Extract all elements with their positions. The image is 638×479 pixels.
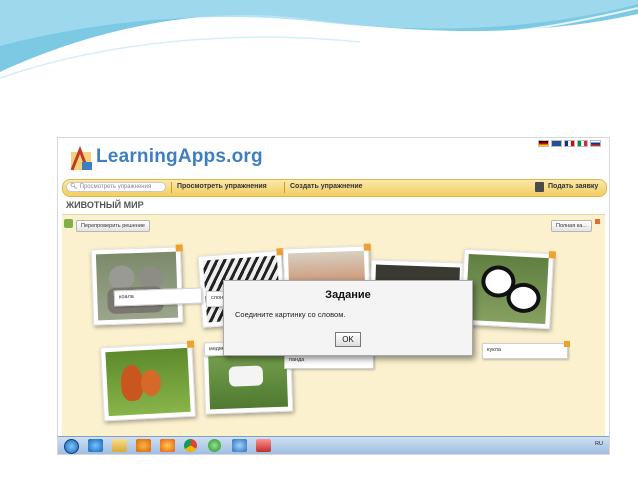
word-card-label: коала <box>118 293 134 301</box>
ok-button[interactable]: OK <box>335 332 361 347</box>
mail-icon[interactable] <box>232 439 247 452</box>
image-card-panda[interactable] <box>460 248 557 330</box>
ie-icon[interactable] <box>88 439 103 452</box>
chat-icon[interactable] <box>208 439 221 452</box>
logo-icon <box>70 145 92 171</box>
goat-image <box>207 346 289 410</box>
panda-image <box>465 253 549 325</box>
search-input[interactable]: 🔍︎ Просмотреть упражнения <box>66 182 166 192</box>
start-button[interactable] <box>64 439 79 454</box>
tray-language[interactable]: RU <box>595 441 603 447</box>
flag-it-icon[interactable] <box>577 140 588 147</box>
folder-icon[interactable] <box>112 439 127 452</box>
word-card-label: кукла <box>487 347 501 353</box>
nav-report[interactable]: Подать заявку <box>548 183 598 190</box>
pin-icon <box>175 244 183 252</box>
main-navbar: 🔍︎ Просмотреть упражнения Просмотреть уп… <box>62 179 607 197</box>
squirrel-image <box>105 347 191 417</box>
pin-icon <box>548 251 557 259</box>
nav-divider <box>284 182 285 193</box>
report-icon <box>535 182 544 192</box>
pin-icon <box>186 340 195 348</box>
flag-de-icon[interactable] <box>538 140 549 147</box>
dialog-text: Соедините картинку со словом. <box>235 310 346 319</box>
media-player-icon[interactable] <box>136 439 151 452</box>
nav-browse-exercises[interactable]: Просмотреть упражнения <box>177 183 267 190</box>
flag-ru-icon[interactable] <box>590 140 601 147</box>
pin-icon <box>363 243 371 251</box>
flag-fr-icon[interactable] <box>564 140 575 147</box>
close-icon[interactable] <box>595 219 600 224</box>
flag-gb-icon[interactable] <box>551 140 562 147</box>
firefox-icon[interactable] <box>160 439 175 452</box>
nav-divider <box>171 182 172 193</box>
language-flags <box>538 140 601 147</box>
recheck-button[interactable]: Перепроверить решение <box>76 220 150 232</box>
word-card-label: панда <box>289 357 305 363</box>
image-card-squirrel[interactable] <box>100 340 196 422</box>
app-icon <box>64 219 73 228</box>
search-placeholder: Просмотреть упражнения <box>79 184 152 190</box>
chrome-icon[interactable] <box>184 439 197 452</box>
pin-icon <box>564 341 570 347</box>
page-title: ЖИВОТНЫЙ МИР <box>66 200 144 210</box>
header-wave-decoration <box>0 0 638 79</box>
dialog-title: Задание <box>325 289 371 301</box>
browser-screenshot: LearningApps.org 🔍︎ Просмотреть упражнен… <box>57 137 610 455</box>
nav-create-exercise[interactable]: Создать упражнение <box>290 183 363 190</box>
word-card[interactable]: коала <box>113 287 203 307</box>
site-header: LearningApps.org <box>58 138 609 178</box>
word-card[interactable]: кукла <box>482 341 570 359</box>
image-card-koala[interactable] <box>90 244 184 326</box>
fullscreen-button[interactable]: Полная ка... <box>551 220 592 232</box>
windows-taskbar: RU <box>58 436 609 454</box>
koala-image <box>95 251 179 321</box>
task-dialog: Задание Соедините картинку со словом. OK <box>223 280 473 356</box>
word-card-label: слон <box>211 295 224 301</box>
site-logo[interactable]: LearningApps.org <box>96 146 263 168</box>
search-icon: 🔍︎ <box>70 184 78 190</box>
presentation-icon[interactable] <box>256 439 271 452</box>
